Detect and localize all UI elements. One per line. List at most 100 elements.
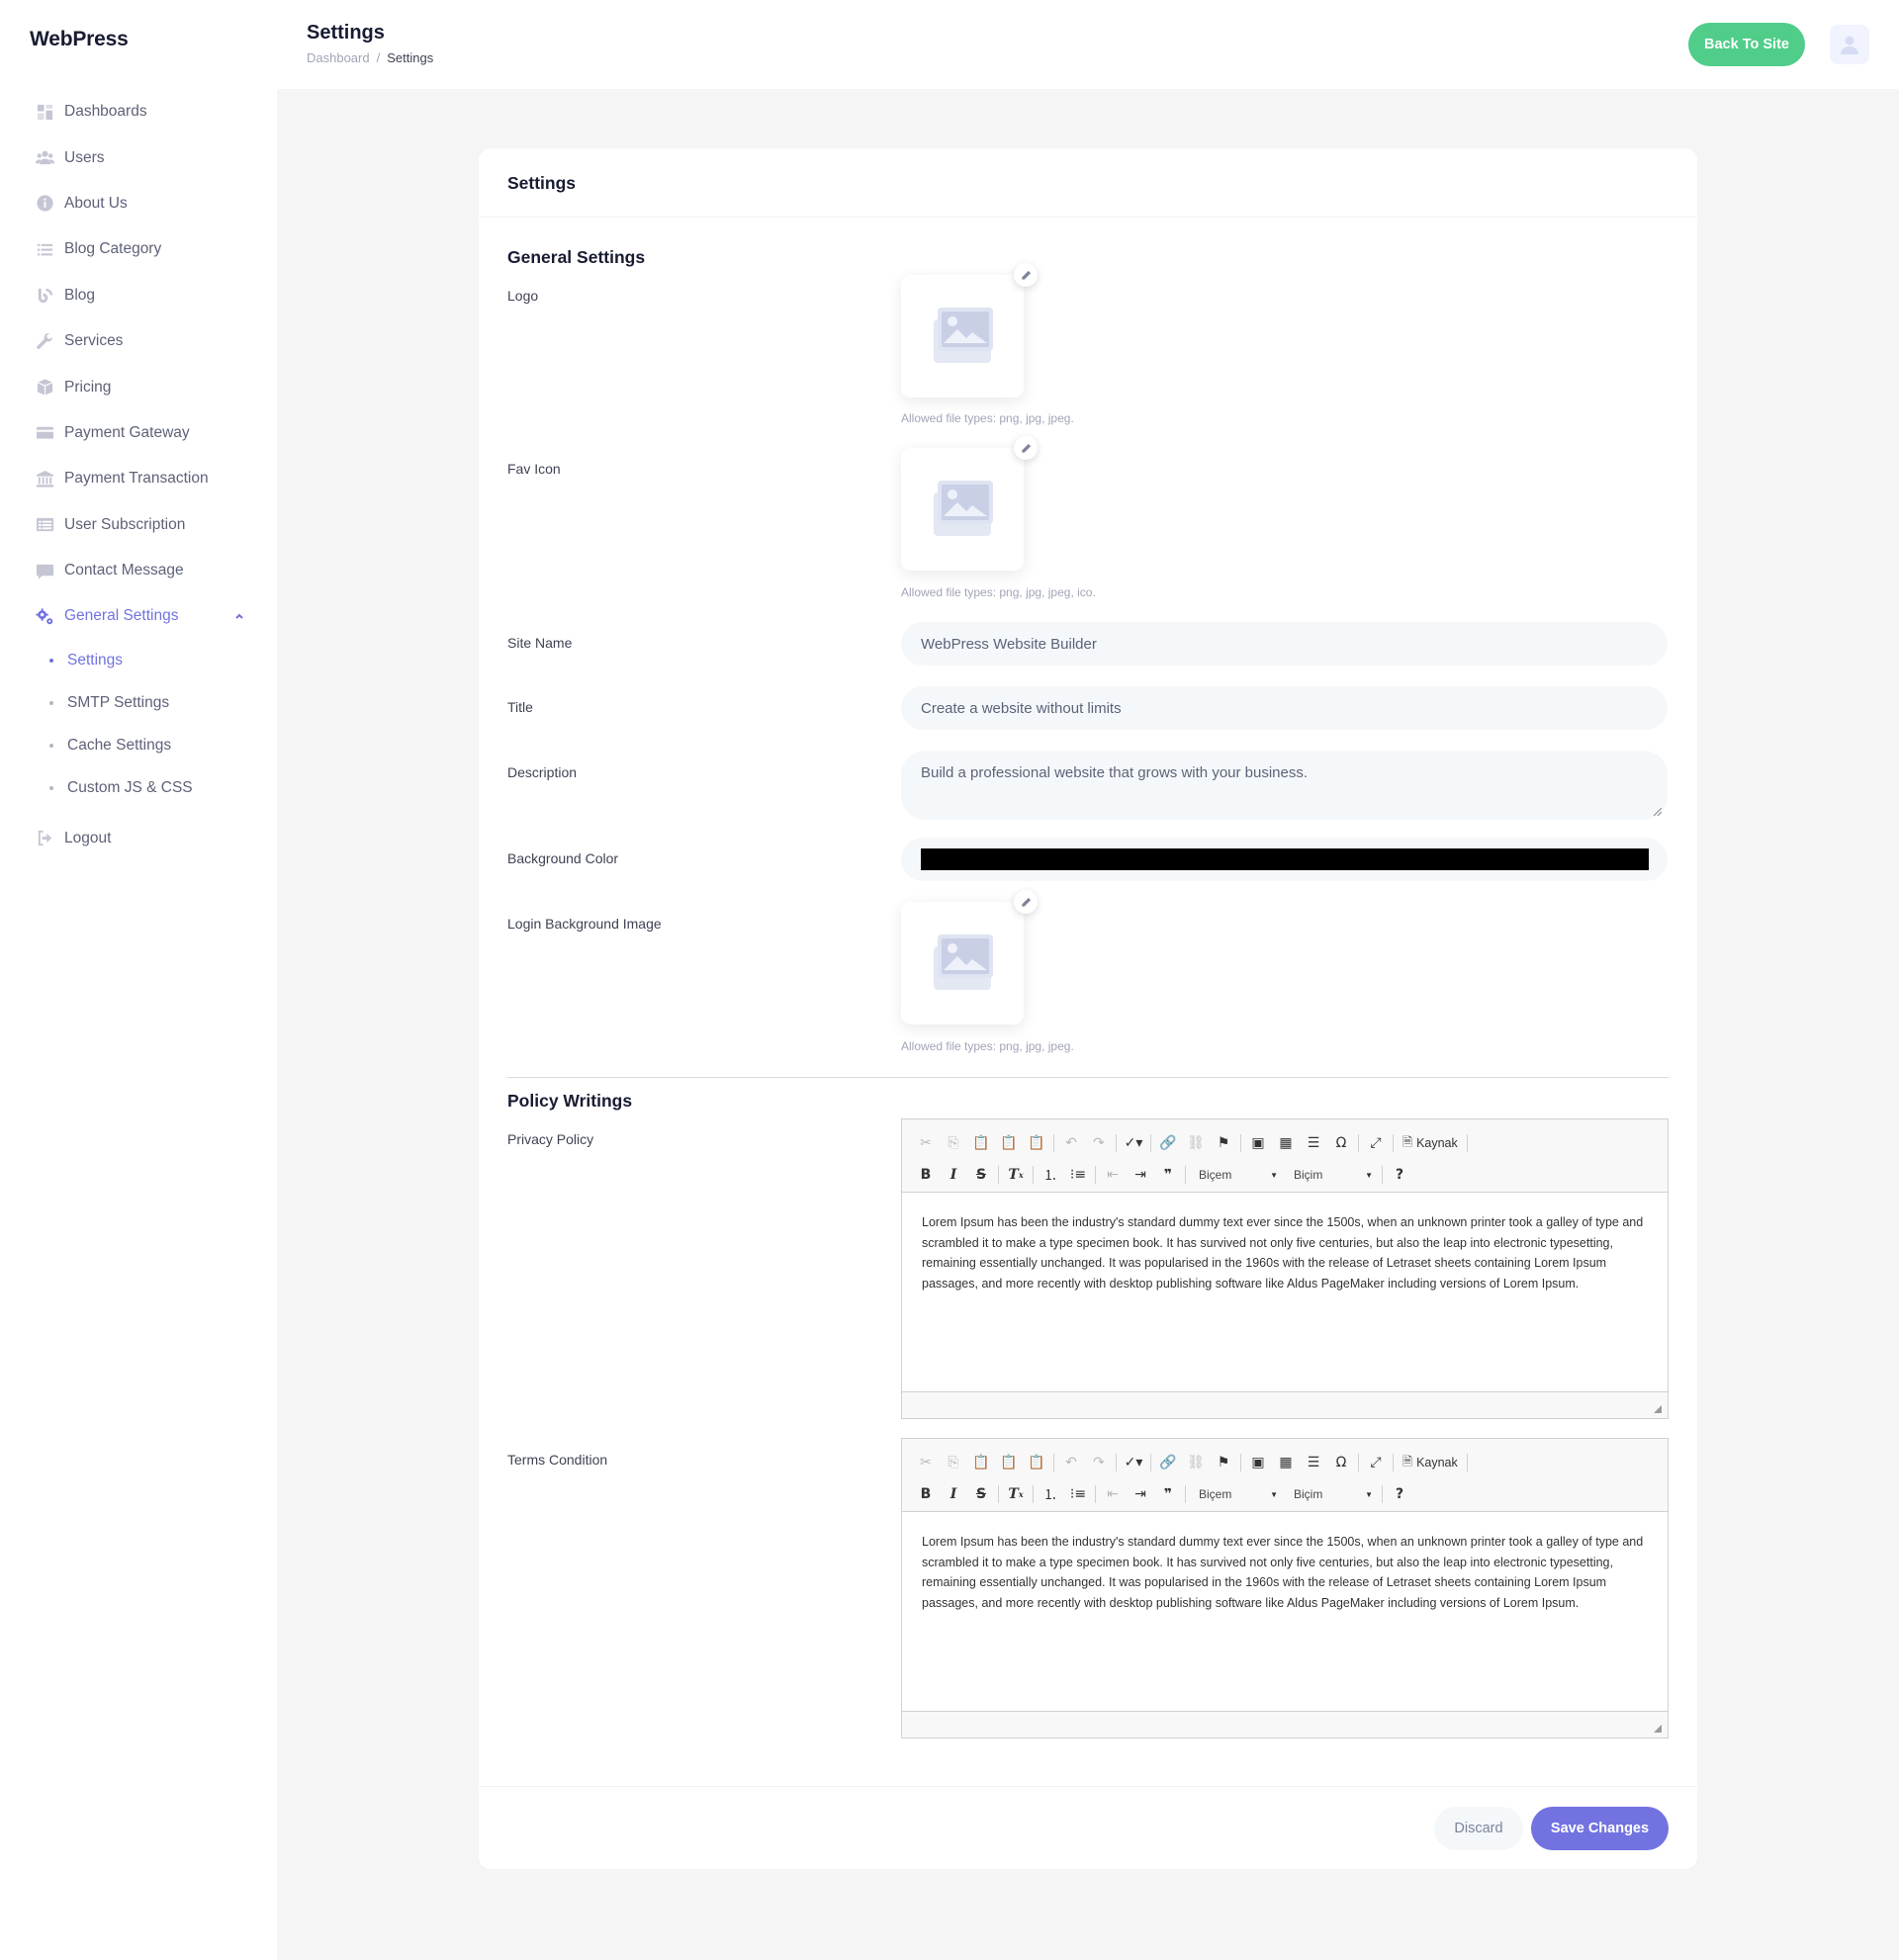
spellcheck-icon[interactable]: ✓▾ — [1120, 1130, 1147, 1156]
sidebar-item-user-subscription[interactable]: User Subscription — [0, 502, 277, 548]
login-background-edit-button[interactable] — [1014, 890, 1038, 914]
sidebar-item-contact-message[interactable]: Contact Message — [0, 548, 277, 593]
help-icon[interactable]: ? — [1386, 1481, 1413, 1507]
source-button[interactable]: 🗎 Kaynak — [1397, 1453, 1464, 1473]
strikethrough-icon[interactable]: S — [967, 1481, 995, 1507]
format-combo[interactable]: Biçim ▼ — [1284, 1163, 1379, 1187]
strikethrough-icon[interactable]: S — [967, 1162, 995, 1188]
paste-word-icon[interactable]: 📋 — [1023, 1130, 1050, 1156]
italic-icon[interactable]: I — [940, 1162, 967, 1188]
resize-grip-icon[interactable] — [1654, 1405, 1662, 1413]
italic-icon[interactable]: I — [940, 1481, 967, 1507]
horizontal-line-icon[interactable]: ☰ — [1300, 1450, 1327, 1475]
indent-icon[interactable]: ⇥ — [1127, 1481, 1154, 1507]
gears-icon — [35, 606, 54, 626]
remove-format-icon[interactable]: Tx — [1002, 1162, 1030, 1188]
cut-icon[interactable]: ✂ — [912, 1130, 940, 1156]
sidebar-subitem-settings[interactable]: Settings — [49, 640, 277, 682]
blockquote-icon[interactable]: ❞ — [1154, 1162, 1182, 1188]
paste-text-icon[interactable]: 📋 — [995, 1130, 1023, 1156]
brand-logo[interactable]: WebPress — [30, 28, 129, 51]
sidebar-item-general-settings[interactable]: General Settings — [0, 593, 277, 639]
favicon-label: Fav Icon — [507, 461, 561, 477]
favicon-image-input[interactable] — [901, 448, 1024, 571]
background-color-input[interactable] — [901, 838, 1668, 881]
resize-grip-icon[interactable] — [1654, 1725, 1662, 1733]
link-icon[interactable]: 🔗 — [1154, 1450, 1182, 1475]
sidebar-subitem-custom-js-css[interactable]: Custom JS & CSS — [49, 767, 277, 810]
sidebar-item-pricing[interactable]: Pricing — [0, 364, 277, 409]
sidebar-subitem-smtp-settings[interactable]: SMTP Settings — [49, 682, 277, 725]
outdent-icon[interactable]: ⇤ — [1099, 1481, 1127, 1507]
table-icon[interactable]: ▦ — [1272, 1130, 1300, 1156]
image-icon[interactable]: ▣ — [1244, 1450, 1272, 1475]
sidebar-item-blog[interactable]: Blog — [0, 273, 277, 318]
sidebar-item-dashboards[interactable]: Dashboards — [0, 89, 277, 134]
source-button[interactable]: 🗎 Kaynak — [1397, 1133, 1464, 1154]
paste-word-icon[interactable]: 📋 — [1023, 1450, 1050, 1475]
avatar[interactable] — [1830, 25, 1869, 64]
spellcheck-icon[interactable]: ✓▾ — [1120, 1450, 1147, 1475]
sidebar-item-payment-transaction[interactable]: Payment Transaction — [0, 456, 277, 501]
sidebar-subitem-cache-settings[interactable]: Cache Settings — [49, 725, 277, 767]
sidebar-item-services[interactable]: Services — [0, 318, 277, 364]
paste-icon[interactable]: 📋 — [967, 1450, 995, 1475]
copy-icon[interactable]: ⎘ — [940, 1450, 967, 1475]
style-combo[interactable]: Biçem ▼ — [1189, 1163, 1284, 1187]
blockquote-icon[interactable]: ❞ — [1154, 1481, 1182, 1507]
bold-icon[interactable]: B — [912, 1162, 940, 1188]
discard-button[interactable]: Discard — [1434, 1807, 1523, 1850]
title-input[interactable]: Create a website without limits — [901, 686, 1668, 730]
page-title: Settings — [307, 22, 385, 44]
cut-icon[interactable]: ✂ — [912, 1450, 940, 1475]
style-combo[interactable]: Biçem ▼ — [1189, 1482, 1284, 1506]
special-char-icon[interactable]: Ω — [1327, 1130, 1355, 1156]
outdent-icon[interactable]: ⇤ — [1099, 1162, 1127, 1188]
undo-icon[interactable]: ↶ — [1057, 1130, 1085, 1156]
anchor-flag-icon[interactable]: ⚑ — [1210, 1450, 1237, 1475]
anchor-flag-icon[interactable]: ⚑ — [1210, 1130, 1237, 1156]
remove-format-icon[interactable]: Tx — [1002, 1481, 1030, 1507]
unlink-icon[interactable]: ⛓ — [1182, 1450, 1210, 1475]
link-icon[interactable]: 🔗 — [1154, 1130, 1182, 1156]
copy-icon[interactable]: ⎘ — [940, 1130, 967, 1156]
paste-text-icon[interactable]: 📋 — [995, 1450, 1023, 1475]
redo-icon[interactable]: ↷ — [1085, 1450, 1113, 1475]
logo-edit-button[interactable] — [1014, 263, 1038, 287]
sidebar-item-about-us[interactable]: About Us — [0, 181, 277, 226]
bold-icon[interactable]: B — [912, 1481, 940, 1507]
bulleted-list-icon[interactable]: ⁝≡ — [1064, 1162, 1092, 1188]
special-char-icon[interactable]: Ω — [1327, 1450, 1355, 1475]
image-icon[interactable]: ▣ — [1244, 1130, 1272, 1156]
terms-condition-content[interactable]: Lorem Ipsum has been the industry's stan… — [902, 1512, 1668, 1710]
description-textarea[interactable]: Build a professional website that grows … — [901, 751, 1668, 820]
resize-grip-icon[interactable] — [1654, 808, 1662, 816]
redo-icon[interactable]: ↷ — [1085, 1130, 1113, 1156]
help-icon[interactable]: ? — [1386, 1162, 1413, 1188]
table-icon[interactable]: ▦ — [1272, 1450, 1300, 1475]
breadcrumb-dashboard[interactable]: Dashboard — [307, 50, 370, 65]
back-to-site-button[interactable]: Back To Site — [1688, 23, 1805, 66]
site-name-input[interactable]: WebPress Website Builder — [901, 622, 1668, 666]
unlink-icon[interactable]: ⛓ — [1182, 1130, 1210, 1156]
format-combo[interactable]: Biçim ▼ — [1284, 1482, 1379, 1506]
privacy-policy-content[interactable]: Lorem Ipsum has been the industry's stan… — [902, 1193, 1668, 1390]
horizontal-line-icon[interactable]: ☰ — [1300, 1130, 1327, 1156]
undo-icon[interactable]: ↶ — [1057, 1450, 1085, 1475]
numbered-list-icon[interactable]: ⒈ — [1037, 1481, 1064, 1507]
login-background-image-input[interactable] — [901, 902, 1024, 1025]
maximize-icon[interactable]: ⤢ — [1362, 1450, 1390, 1475]
indent-icon[interactable]: ⇥ — [1127, 1162, 1154, 1188]
favicon-edit-button[interactable] — [1014, 436, 1038, 460]
numbered-list-icon[interactable]: ⒈ — [1037, 1162, 1064, 1188]
sidebar-item-payment-gateway[interactable]: Payment Gateway — [0, 410, 277, 456]
paste-icon[interactable]: 📋 — [967, 1130, 995, 1156]
color-swatch[interactable] — [921, 848, 1649, 870]
bulleted-list-icon[interactable]: ⁝≡ — [1064, 1481, 1092, 1507]
sidebar-item-logout[interactable]: Logout — [0, 816, 277, 861]
save-changes-button[interactable]: Save Changes — [1531, 1807, 1669, 1850]
sidebar-item-blog-category[interactable]: Blog Category — [0, 226, 277, 272]
maximize-icon[interactable]: ⤢ — [1362, 1130, 1390, 1156]
sidebar-item-users[interactable]: Users — [0, 134, 277, 180]
logo-image-input[interactable] — [901, 275, 1024, 398]
